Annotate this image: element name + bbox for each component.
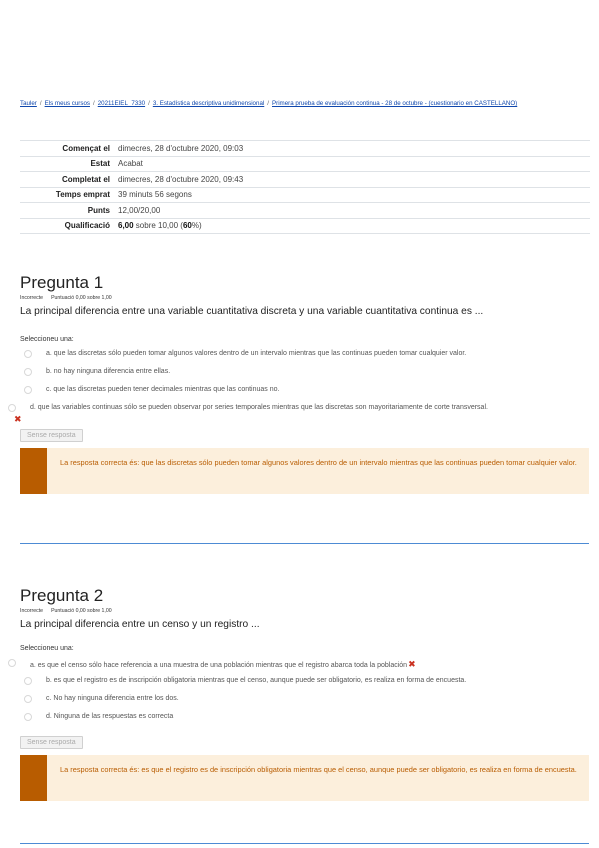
summary-key: Començat el <box>20 140 114 156</box>
question-divider <box>20 543 589 544</box>
radio-button[interactable] <box>8 659 16 667</box>
answer-prompt: Seleccioneu una: <box>20 336 74 343</box>
radio-button[interactable] <box>24 677 32 685</box>
grade-percent: 60 <box>182 221 192 231</box>
answer-label: d. que las variables continuas sólo se p… <box>30 404 488 411</box>
question-title: Pregunta 1 <box>20 273 104 292</box>
answer-label: a. es que el censo sólo hace referencia … <box>30 659 416 670</box>
answer-option-b[interactable]: b. es que el registro es de inscripción … <box>20 674 589 692</box>
answer-label: b. no hay ninguna diferencia entre ellas… <box>46 368 171 375</box>
breadcrumb-separator: / <box>267 100 269 107</box>
question-info: Incorrecte Puntuació 0,00 sobre 1,00 <box>20 295 589 302</box>
summary-key: Estat <box>20 155 114 172</box>
question-state: Incorrecte <box>20 608 44 614</box>
summary-grade-value: 6,00 sobre 10,00 (60%) <box>114 217 590 234</box>
answer-list: a. que las discretas sólo pueden tomar a… <box>8 347 589 424</box>
summary-value: 12,00/20,00 <box>114 202 590 218</box>
radio-button[interactable] <box>24 350 32 358</box>
question-title: Pregunta 2 <box>20 586 104 605</box>
answer-option-c[interactable]: c. que las discretas pueden tener decima… <box>20 383 589 401</box>
breadcrumb-link-my-courses[interactable]: Els meus cursos <box>45 100 90 107</box>
breadcrumb-link-section[interactable]: 3. Estadística descriptiva unidimensiona… <box>153 100 264 107</box>
incorrect-cross-icon: ✖ <box>14 414 22 424</box>
breadcrumb-separator: / <box>39 100 42 107</box>
breadcrumb-separator: / <box>92 100 95 107</box>
summary-row-time-taken: Temps emprat 39 minuts 56 segons <box>20 186 590 203</box>
summary-row-marks: Punts 12,00/20,00 <box>20 202 590 218</box>
question-text: La principal diferencia entre una variab… <box>20 306 484 317</box>
summary-value: dimecres, 28 d'octubre 2020, 09:03 <box>114 140 590 156</box>
answer-label: c. que las discretas pueden tener decima… <box>46 386 280 393</box>
answer-option-b[interactable]: b. no hay ninguna diferencia entre ellas… <box>20 365 589 383</box>
grade-end: %) <box>191 221 202 231</box>
question-1: Pregunta 1 Incorrecte Puntuació 0,00 sobr… <box>8 273 589 494</box>
no-answer-button[interactable]: Sense resposta <box>20 736 83 749</box>
summary-value: Acabat <box>114 155 590 172</box>
answer-option-d[interactable]: d. que las variables continuas sólo se p… <box>8 401 589 424</box>
answer-label: c. No hay ninguna diferencia entre los d… <box>46 695 179 702</box>
summary-row-completed: Completat el dimecres, 28 d'octubre 2020… <box>20 171 590 187</box>
correct-answer-feedback: La resposta correcta és: que las discret… <box>20 448 589 494</box>
grade-out-of: sobre 10,00 ( <box>133 221 183 231</box>
summary-value: dimecres, 28 d'octubre 2020, 09:43 <box>114 171 590 187</box>
attempt-summary-table: Començat el dimecres, 28 d'octubre 2020,… <box>20 140 590 234</box>
question-grade: Puntuació 0,00 sobre 1,00 <box>51 295 112 301</box>
answer-label-text: a. es que el censo sólo hace referencia … <box>30 662 408 669</box>
summary-key: Completat el <box>20 171 114 187</box>
question-info: Incorrecte Puntuació 0,00 sobre 1,00 <box>20 608 589 615</box>
radio-button[interactable] <box>24 368 32 376</box>
answer-label: d. Ninguna de las respuestas es correcta <box>46 713 174 720</box>
no-answer-button[interactable]: Sense resposta <box>20 429 83 442</box>
answer-prompt: Seleccioneu una: <box>20 645 74 652</box>
incorrect-cross-icon: ✖ <box>408 659 416 669</box>
radio-button[interactable] <box>24 695 32 703</box>
feedback-text: La resposta correcta és: que las discret… <box>60 458 577 467</box>
answer-option-c[interactable]: c. No hay ninguna diferencia entre los d… <box>20 692 589 710</box>
summary-key: Punts <box>20 202 114 218</box>
summary-key: Qualificació <box>20 217 114 234</box>
answer-label: a. que las discretas sólo pueden tomar a… <box>46 350 467 357</box>
answer-list: a. es que el censo sólo hace referencia … <box>8 656 589 728</box>
breadcrumb-link-home[interactable]: Tauler <box>20 100 37 107</box>
grade-score: 6,00 <box>118 221 134 231</box>
answer-option-d[interactable]: d. Ninguna de las respuestas es correcta <box>20 710 589 728</box>
question-grade: Puntuació 0,00 sobre 1,00 <box>51 608 112 614</box>
question-2: Pregunta 2 Incorrecte Puntuació 0,00 sobr… <box>8 586 589 801</box>
answer-label: b. es que el registro es de inscripción … <box>46 677 467 684</box>
question-state: Incorrecte <box>20 295 44 301</box>
summary-row-state: Estat Acabat <box>20 155 590 172</box>
summary-row-grade: Qualificació 6,00 sobre 10,00 (60%) <box>20 217 590 234</box>
radio-button[interactable] <box>24 713 32 721</box>
answer-option-a[interactable]: a. que las discretas sólo pueden tomar a… <box>20 347 589 365</box>
radio-button[interactable] <box>8 404 16 412</box>
summary-key: Temps emprat <box>20 186 114 203</box>
summary-row-started: Començat el dimecres, 28 d'octubre 2020,… <box>20 140 590 156</box>
question-text: La principal diferencia entre un censo y… <box>20 619 260 630</box>
answer-option-a[interactable]: a. es que el censo sólo hace referencia … <box>8 656 589 674</box>
breadcrumb-link-quiz[interactable]: Primera prueba de evaluación continua - … <box>272 100 517 107</box>
radio-button[interactable] <box>24 386 32 394</box>
feedback-text: La resposta correcta és: es que el regis… <box>60 765 577 774</box>
question-divider <box>20 843 589 844</box>
summary-value: 39 minuts 56 segons <box>114 186 590 203</box>
feedback-accent-bar <box>20 448 47 494</box>
correct-answer-feedback: La resposta correcta és: es que el regis… <box>20 755 589 801</box>
breadcrumb-link-course[interactable]: 20211EIEL_7330 <box>98 100 145 107</box>
breadcrumb: Tauler / Els meus cursos/20211EIEL_7330/3.… <box>20 100 599 107</box>
breadcrumb-separator: / <box>148 100 150 107</box>
feedback-accent-bar <box>20 755 47 801</box>
